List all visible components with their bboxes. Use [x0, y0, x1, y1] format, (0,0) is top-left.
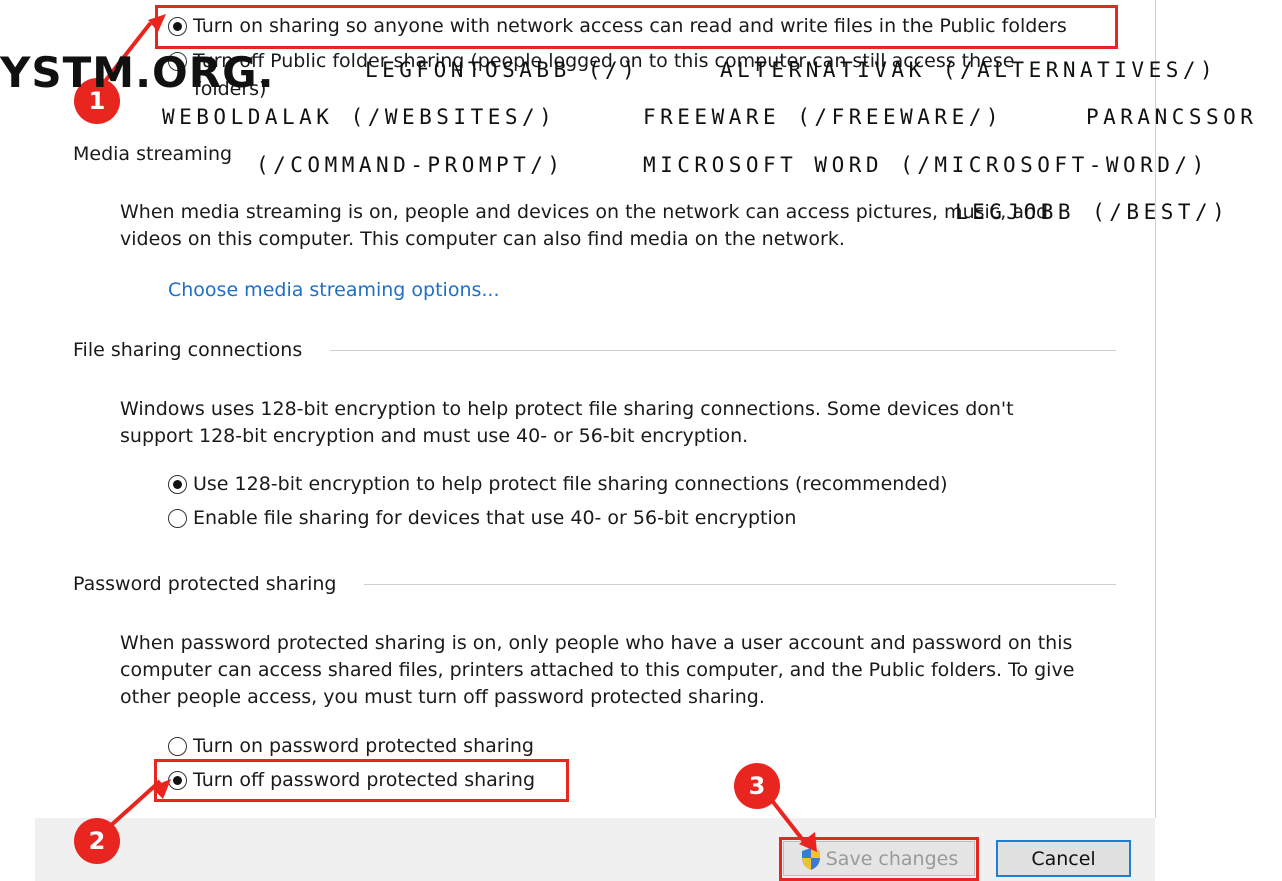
file-sharing-heading: File sharing connections: [73, 339, 303, 361]
step1-arrow-head: [148, 14, 166, 32]
file-sharing-desc-line2: support 128-bit encryption and must use …: [120, 425, 749, 447]
watermark-nav-command-path[interactable]: (/COMMAND-PROMPT/): [256, 153, 565, 177]
watermark-logo: YSTM.ORG.: [0, 48, 275, 97]
step3-number: 3: [748, 772, 766, 800]
password-sharing-desc-line2: computer can access shared files, printe…: [120, 659, 1075, 681]
cancel-label: Cancel: [1031, 847, 1096, 870]
watermark-nav-best[interactable]: LEGJOBB (/BEST/): [955, 200, 1229, 224]
media-streaming-heading: Media streaming: [73, 143, 233, 165]
radio-checked[interactable]: [168, 475, 187, 494]
file-sharing-divider: [330, 350, 1116, 351]
media-streaming-desc-line1: When media streaming is on, people and d…: [120, 201, 1049, 223]
media-streaming-options-link[interactable]: Choose media streaming options...: [168, 279, 500, 301]
watermark-nav-command[interactable]: PARANCSSOR: [1086, 105, 1257, 129]
password-sharing-heading: Password protected sharing: [73, 573, 337, 595]
password-sharing-desc-line1: When password protected sharing is on, o…: [120, 632, 1073, 654]
highlight-box-2: [154, 759, 569, 802]
password-sharing-desc-line3: other people access, you must turn off p…: [120, 686, 765, 708]
step2-number: 2: [88, 827, 106, 855]
watermark-nav-websites[interactable]: WEBOLDALAK (/WEBSITES/): [162, 105, 556, 129]
media-streaming-desc-line2: videos on this computer. This computer c…: [120, 228, 845, 250]
highlight-box-1: [155, 5, 1118, 49]
password-sharing-on-option[interactable]: Turn on password protected sharing: [168, 733, 534, 760]
step3-arrow-head: [799, 832, 817, 852]
radio-unchecked[interactable]: [168, 737, 187, 756]
step2-arrow-head: [151, 779, 171, 799]
encryption-128-option[interactable]: Use 128-bit encryption to help protect f…: [168, 471, 948, 498]
encryption-128-label: Use 128-bit encryption to help protect f…: [193, 473, 948, 495]
step3-badge: 3: [734, 763, 780, 809]
radio-unchecked[interactable]: [168, 509, 187, 528]
dialog-footer: [35, 818, 1155, 881]
cancel-button[interactable]: Cancel: [996, 840, 1131, 877]
encryption-40-56-option[interactable]: Enable file sharing for devices that use…: [168, 505, 796, 532]
password-sharing-divider: [364, 584, 1116, 585]
encryption-40-56-label: Enable file sharing for devices that use…: [193, 507, 797, 529]
watermark-nav-alternatives[interactable]: ALTERNATIVAK (/ALTERNATIVES/): [720, 58, 1217, 82]
watermark-nav-freeware[interactable]: FREEWARE (/FREEWARE/): [643, 105, 1003, 129]
watermark-nav-home[interactable]: LEGFONTOSABB (/): [365, 58, 639, 82]
step2-badge: 2: [74, 818, 120, 864]
file-sharing-desc-line1: Windows uses 128-bit encryption to help …: [120, 398, 1014, 420]
password-sharing-on-label: Turn on password protected sharing: [193, 735, 534, 757]
watermark-nav-word[interactable]: MICROSOFT WORD (/MICROSOFT-WORD/): [643, 153, 1209, 177]
